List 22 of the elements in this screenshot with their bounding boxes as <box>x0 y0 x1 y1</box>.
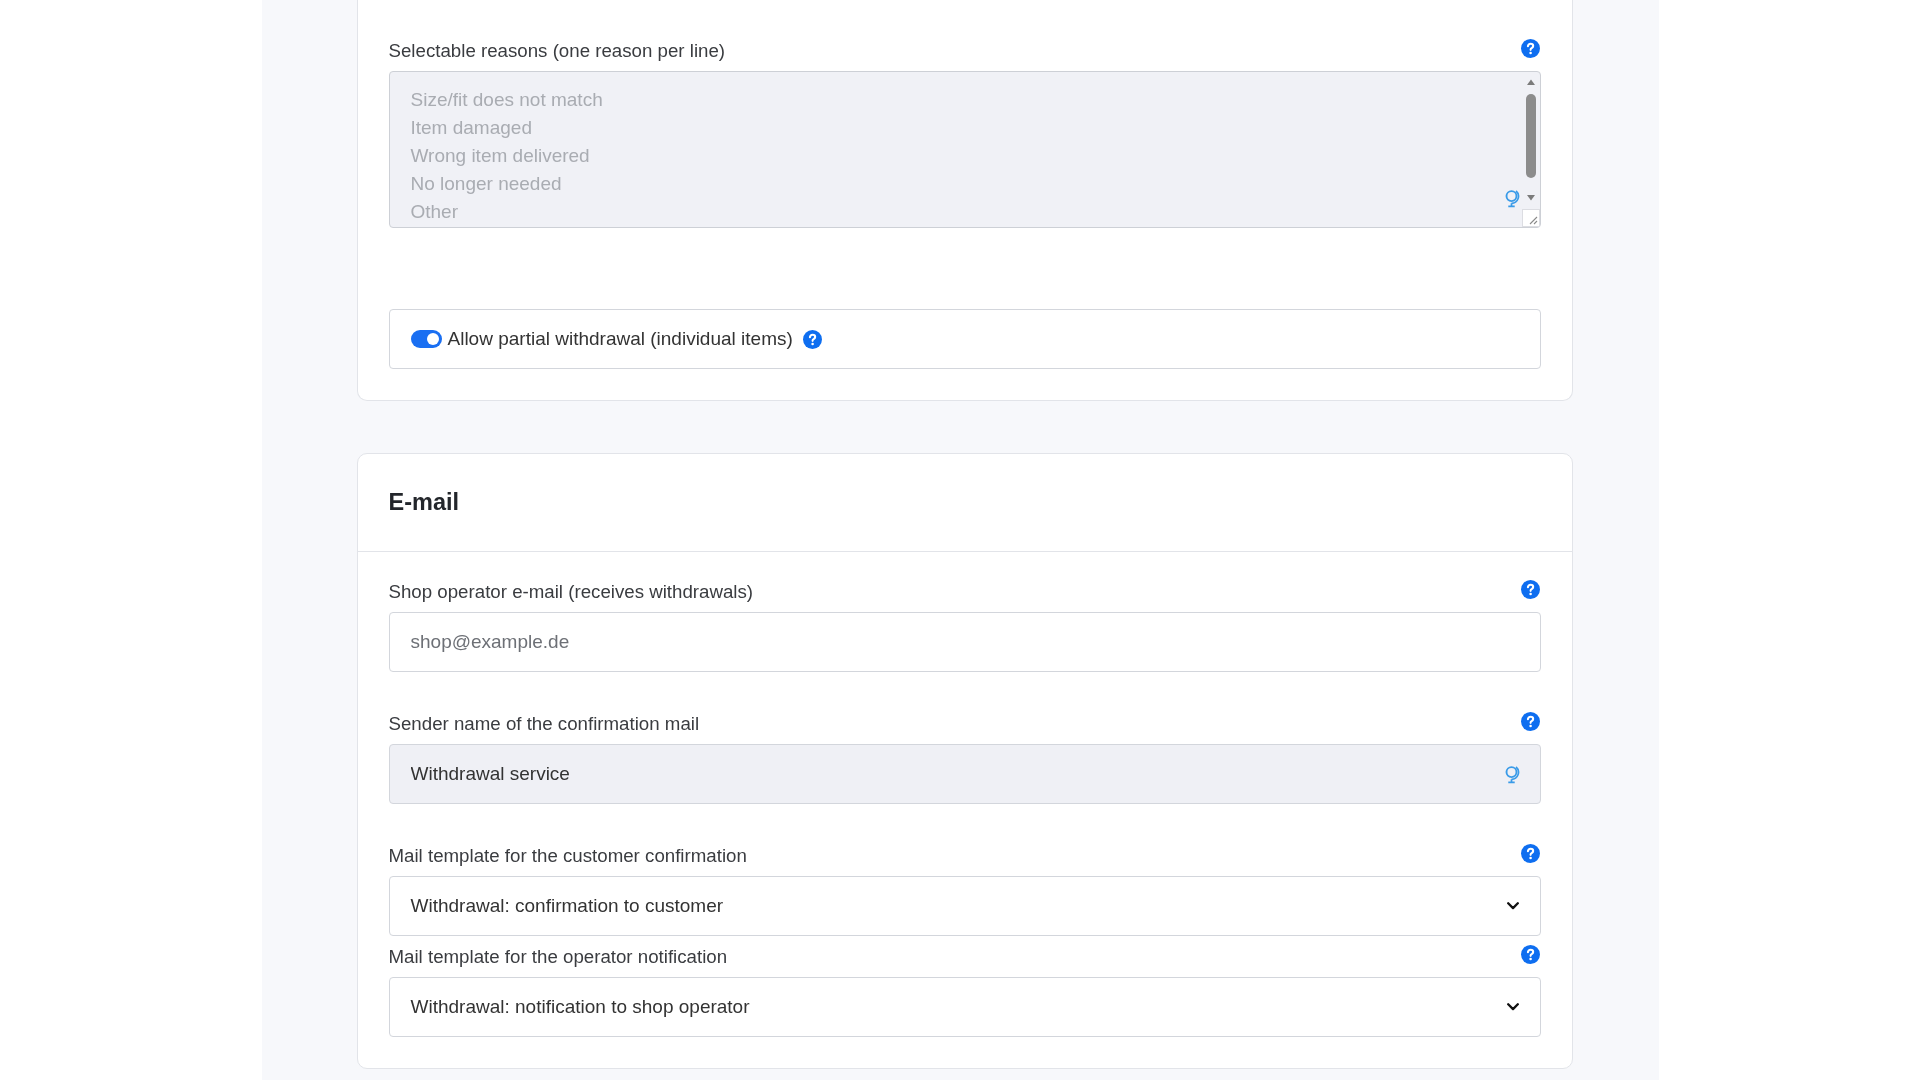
field-label: Mail template for the customer confirmation <box>388 845 747 867</box>
text-input[interactable]: shop@example.de <box>388 612 1541 672</box>
chevron-down-icon <box>1506 1003 1519 1011</box>
text-input[interactable]: Withdrawal service <box>388 744 1541 804</box>
select-field[interactable]: Withdrawal: confirmation to customer <box>388 876 1541 936</box>
scrollbar[interactable] <box>1525 79 1536 201</box>
select-field[interactable]: Withdrawal: notification to shop operator <box>388 977 1541 1037</box>
field-label: Sender name of the confirmation mail <box>388 713 700 735</box>
field-label: Mail template for the operator notification <box>388 946 728 968</box>
help-icon[interactable] <box>1520 38 1540 58</box>
help-icon[interactable] <box>1520 579 1540 599</box>
toggle-switch[interactable] <box>410 330 442 348</box>
section-title: E-mail <box>388 489 460 516</box>
toggle-label: Allow partial withdrawal (individual items) <box>447 328 793 350</box>
resize-grip-icon[interactable] <box>1521 209 1540 227</box>
field-label: Shop operator e-mail (receives withdrawals) <box>388 581 754 603</box>
help-icon[interactable] <box>1520 843 1540 863</box>
chevron-down-icon <box>1506 902 1519 910</box>
help-icon[interactable] <box>802 329 822 349</box>
field-label: Selectable reasons (one reason per line) <box>388 40 726 62</box>
help-icon[interactable] <box>1520 944 1540 964</box>
help-icon[interactable] <box>1520 711 1540 731</box>
